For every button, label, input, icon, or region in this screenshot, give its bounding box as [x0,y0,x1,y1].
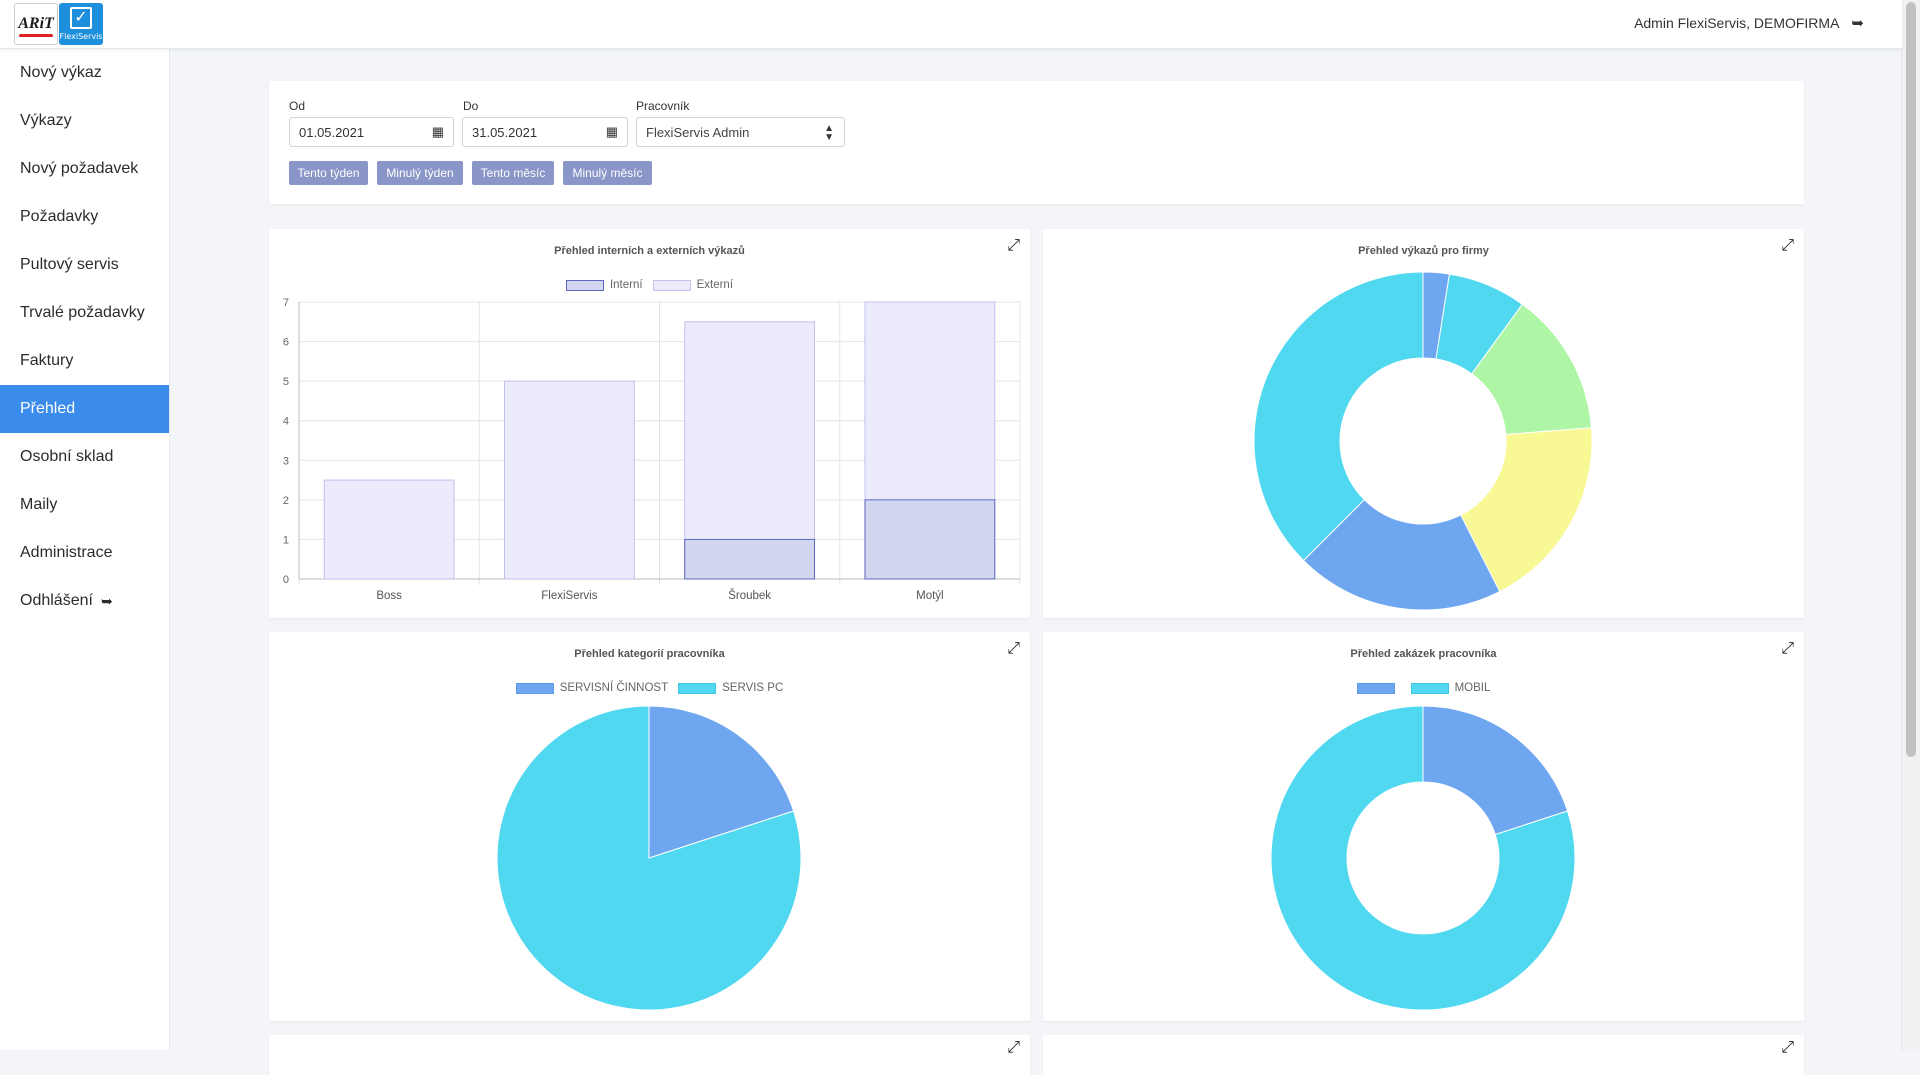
next-panel-right: ⤢ [1043,1035,1804,1075]
pie-slice [1253,271,1424,562]
orders-donut-chart [1270,705,1576,1011]
last-week-button[interactable]: Minulý týden [377,161,463,185]
y-tick-label: 6 [283,337,289,349]
sidebar-item-administrace[interactable]: Administrace [0,529,169,577]
app-logo[interactable]: ARiT ✓ FlexiServis [14,3,103,45]
bar-externi [323,479,455,580]
sidebar-item-label: Faktury [20,352,74,369]
user-name: Admin FlexiServis, DEMOFIRMA [1634,15,1840,31]
expand-icon[interactable]: ⤢ [1781,1039,1794,1057]
sidebar-item-label: Výkazy [20,112,72,129]
categories-pie-chart [496,705,802,1011]
next-panel-left: ⤢ [269,1035,1030,1075]
y-tick-label: 4 [283,416,289,428]
y-tick-label: 0 [283,574,289,586]
top-bar: ARiT ✓ FlexiServis Admin FlexiServis, DE… [0,0,1902,49]
this-month-button[interactable]: Tento měsíc [472,161,554,185]
worker-value: FlexiServis Admin [646,124,750,140]
bar-externi [503,380,635,580]
sidebar-item-maily[interactable]: Maily [0,481,169,529]
sidebar-item-novy-vykaz[interactable]: Nový výkaz [0,49,169,97]
x-tick-label: FlexiServis [541,590,597,602]
categories-panel: Přehled kategorií pracovníka ⤢ SERVISNÍ … [269,632,1030,1021]
sidebar-item-osobni-sklad[interactable]: Osobní sklad [0,433,169,481]
last-month-button[interactable]: Minulý měsíc [563,161,652,185]
sidebar-item-label: Trvalé požadavky [20,304,145,321]
sidebar-item-label: Pultový servis [20,256,119,273]
to-date-value: 31.05.2021 [472,124,538,140]
logout-icon[interactable]: ➥ [1851,14,1864,32]
internal-external-panel: Přehled interních a externích výkazů ⤢ I… [269,229,1030,618]
sidebar-item-pultovy-servis[interactable]: Pultový servis [0,241,169,289]
bar-interni [864,499,996,580]
arit-logo: ARiT [14,3,58,45]
pie-slice [1422,705,1569,836]
logo-subtext: FlexiServis [59,32,103,41]
sidebar-item-label: Odhlášení [20,592,93,609]
sidebar-item-trvale-pozadavky[interactable]: Trvalé požadavky [0,289,169,337]
sidebar-item-odhlaseni[interactable]: Odhlášení ➥ [0,577,169,625]
sidebar-item-label: Administrace [20,544,113,561]
sidebar-item-pozadavky[interactable]: Požadavky [0,193,169,241]
x-tick-label: Motýl [916,590,943,602]
y-tick-label: 3 [283,455,289,467]
this-week-button[interactable]: Tento týden [289,161,368,185]
sidebar-item-label: Nový výkaz [20,64,102,81]
worker-label: Pracovník [636,99,690,113]
logo-text: ARiT [18,15,54,32]
x-tick-label: Šroubek [728,589,771,602]
y-tick-label: 5 [283,376,289,388]
bar-chart: 0 1 2 3 4 5 6 7 Boss FlexiServis Šroubek Motýl [283,297,1021,602]
sidebar-item-label: Maily [20,496,58,513]
sidebar: Nový výkaz Výkazy Nový požadavek Požadav… [0,49,170,1050]
sidebar-item-vykazy[interactable]: Výkazy [0,97,169,145]
sidebar-item-prehled[interactable]: Přehled [0,385,169,433]
from-label: Od [289,99,306,113]
sidebar-item-novy-pozadavek[interactable]: Nový požadavek [0,145,169,193]
sidebar-item-faktury[interactable]: Faktury [0,337,169,385]
y-tick-label: 1 [283,534,289,546]
orders-panel: Přehled zakázek pracovníka ⤢ MOBIL [1043,632,1804,1021]
page-scrollbar[interactable] [1901,0,1920,1050]
to-label: Do [463,99,479,113]
flexiservis-logo: ✓ FlexiServis [59,3,103,45]
y-tick-label: 2 [283,495,289,507]
user-info: Admin FlexiServis, DEMOFIRMA ➥ [1634,14,1864,32]
scrollbar-thumb[interactable] [1906,2,1916,757]
check-icon: ✓ [70,7,92,29]
firms-panel: Přehled výkazů pro firmy ⤢ [1043,229,1804,618]
sidebar-item-label: Nový požadavek [20,160,139,177]
calendar-icon[interactable]: ▦ [606,124,618,140]
calendar-icon[interactable]: ▦ [432,124,444,140]
sort-caret-icon: ▲ ▼ [824,123,834,143]
sidebar-item-label: Přehled [20,400,76,417]
expand-icon[interactable]: ⤢ [1007,1039,1020,1057]
x-tick-label: Boss [376,590,402,602]
from-date-input[interactable]: 01.05.2021 ▦ [289,117,454,147]
worker-select[interactable]: FlexiServis Admin ▲ ▼ [636,117,845,147]
y-tick-label: 7 [283,297,289,309]
firms-donut-chart [1253,271,1593,611]
to-date-input[interactable]: 31.05.2021 ▦ [462,117,628,147]
logout-icon: ➥ [100,592,113,609]
sidebar-item-label: Požadavky [20,208,99,225]
sidebar-item-label: Osobní sklad [20,448,114,465]
bar-interni [684,538,816,580]
from-date-value: 01.05.2021 [299,124,365,140]
logo-swoosh [19,34,53,37]
